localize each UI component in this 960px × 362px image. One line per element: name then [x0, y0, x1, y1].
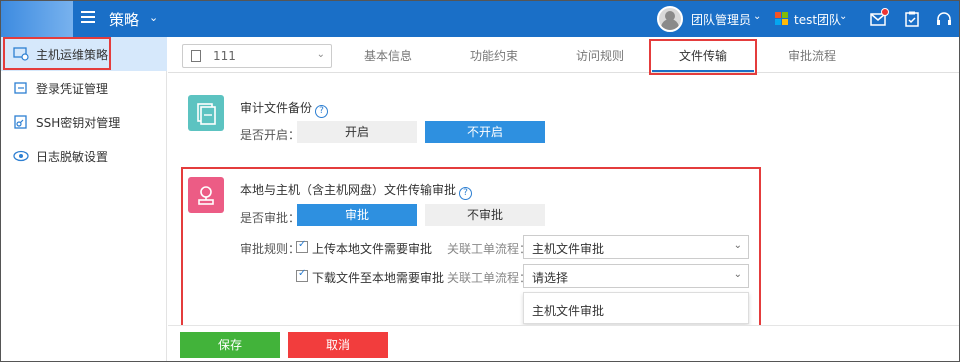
backup-icon	[188, 95, 224, 131]
help-icon[interactable]: ?	[315, 105, 329, 118]
tab-function-constraints[interactable]: 功能约束	[470, 47, 518, 64]
policy-selector-value: 111	[213, 49, 236, 63]
mail-icon[interactable]	[869, 8, 889, 28]
clipboard-check-icon[interactable]	[903, 10, 921, 28]
footer-actions: 保存 取消	[168, 325, 959, 361]
sidebar-item-label: 登录凭证管理	[36, 81, 109, 96]
logo	[1, 1, 73, 37]
dropdown-option[interactable]: 主机文件审批	[532, 302, 604, 319]
sidebar-item-label: 日志脱敏设置	[36, 149, 109, 164]
avatar[interactable]	[657, 6, 683, 32]
sidebar-item-log-masking[interactable]: 日志脱敏设置	[1, 139, 167, 173]
tab-basic-info[interactable]: 基本信息	[364, 47, 412, 64]
flow-select-download-value: 请选择	[532, 271, 569, 285]
tab-access-rules[interactable]: 访问规则	[576, 47, 624, 64]
highlight-active-tab	[649, 39, 757, 75]
audit-off-button[interactable]: 不开启	[425, 121, 545, 143]
chevron-down-icon: ⌄	[733, 240, 742, 251]
download-approval-label: 下载文件至本地需要审批	[312, 271, 445, 285]
app-title: 策略	[109, 11, 140, 29]
approve-label: 是否审批：	[240, 211, 301, 225]
main-content: 111 ⌄ 基本信息 功能约束 访问规则 文件传输 审批流程 审计文件备份? 是…	[168, 37, 959, 361]
upload-approval-label: 上传本地文件需要审批	[312, 242, 433, 256]
flow-select-upload[interactable]: 主机文件审批 ⌄	[523, 235, 749, 259]
upload-approval-checkbox[interactable]	[296, 239, 308, 253]
flow-dropdown-menu: 主机文件审批	[523, 292, 749, 324]
eye-icon	[13, 149, 29, 163]
chevron-down-icon[interactable]: ⌄	[149, 11, 158, 24]
user-menu-chevron-icon[interactable]: ⌄	[753, 11, 761, 22]
flow-label: 关联工单流程：	[447, 242, 532, 256]
stamp-icon	[188, 177, 224, 213]
user-name[interactable]: 团队管理员	[691, 11, 751, 28]
team-menu-chevron-icon[interactable]: ⌄	[839, 11, 847, 22]
flow-select-upload-value: 主机文件审批	[532, 242, 605, 256]
team-name[interactable]: test团队	[794, 11, 841, 28]
save-button[interactable]: 保存	[180, 332, 280, 358]
flow-label: 关联工单流程：	[447, 271, 532, 285]
sidebar-item-label: SSH密钥对管理	[36, 115, 121, 130]
document-icon	[191, 50, 201, 62]
cancel-button[interactable]: 取消	[288, 332, 388, 358]
approve-on-button[interactable]: 审批	[297, 204, 417, 226]
sidebar-item-credential[interactable]: 登录凭证管理	[1, 71, 167, 105]
audit-on-button[interactable]: 开启	[297, 121, 417, 143]
chevron-down-icon: ⌄	[316, 49, 325, 60]
approve-off-button[interactable]: 不审批	[425, 204, 545, 226]
top-navbar: 策略 ⌄ 团队管理员 ⌄ test团队 ⌄	[1, 1, 959, 37]
flow-select-download[interactable]: 请选择 ⌄	[523, 264, 749, 288]
audit-backup-title-text: 审计文件备份	[240, 101, 313, 115]
transfer-approval-title: 本地与主机（含主机网盘）文件传输审批?	[240, 181, 473, 200]
app-window: 策略 ⌄ 团队管理员 ⌄ test团队 ⌄ 主机运维策略 登录凭证管理 SSH密…	[0, 0, 960, 362]
tab-approval-flow[interactable]: 审批流程	[788, 47, 836, 64]
menu-toggle-icon[interactable]	[81, 11, 95, 25]
download-approval-checkbox[interactable]	[296, 268, 308, 282]
audit-enable-label: 是否开启：	[240, 128, 301, 142]
notification-badge	[881, 8, 889, 16]
rules-label: 审批规则：	[240, 242, 301, 256]
help-icon[interactable]: ?	[459, 187, 473, 200]
chevron-down-icon: ⌄	[733, 269, 742, 280]
sidebar: 主机运维策略 登录凭证管理 SSH密钥对管理 日志脱敏设置	[1, 37, 167, 361]
policy-selector[interactable]: 111 ⌄	[182, 44, 332, 68]
team-icon	[775, 12, 789, 26]
credential-icon	[13, 81, 29, 95]
key-icon	[13, 115, 29, 129]
headset-icon[interactable]	[935, 10, 953, 28]
audit-backup-title: 审计文件备份?	[240, 99, 329, 118]
highlight-sidebar-active	[3, 37, 111, 70]
tab-bar: 111 ⌄ 基本信息 功能约束 访问规则 文件传输 审批流程	[168, 37, 959, 73]
sidebar-item-ssh-keys[interactable]: SSH密钥对管理	[1, 105, 167, 139]
transfer-approval-title-text: 本地与主机（含主机网盘）文件传输审批	[240, 183, 457, 197]
